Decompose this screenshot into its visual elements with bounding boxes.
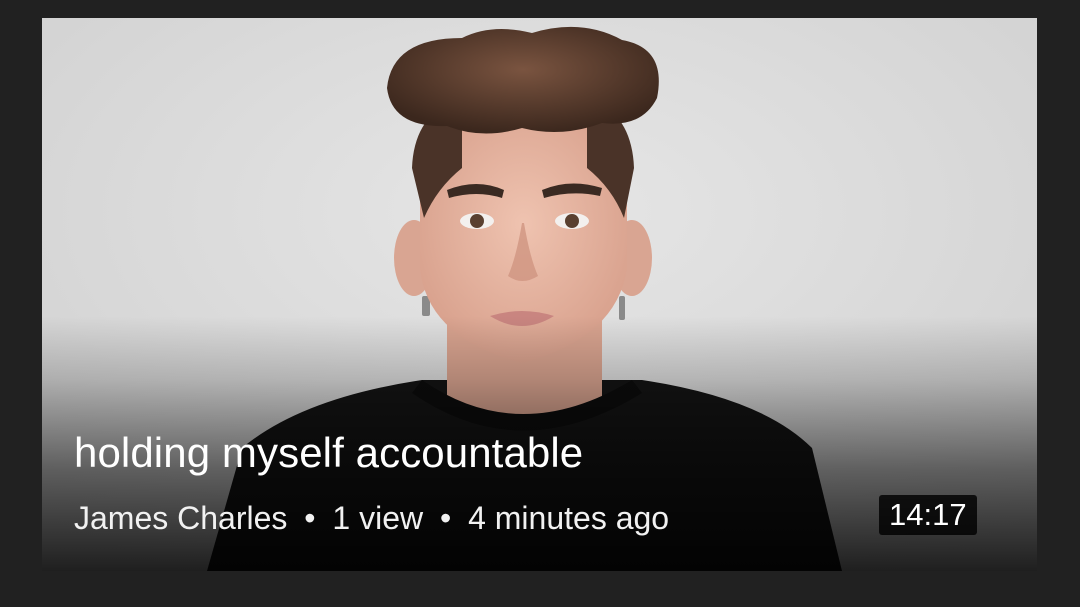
video-metadata-line: James Charles • 1 view • 4 minutes ago bbox=[74, 498, 669, 538]
view-count: 1 view bbox=[332, 500, 424, 536]
video-title[interactable]: holding myself accountable bbox=[74, 428, 583, 478]
video-thumbnail[interactable]: holding myself accountable James Charles… bbox=[42, 18, 1037, 571]
metadata-separator: • bbox=[439, 500, 452, 536]
metadata-separator: • bbox=[304, 500, 316, 536]
thumbnail-portrait-image bbox=[42, 18, 1037, 571]
upload-time: 4 minutes ago bbox=[468, 500, 670, 536]
video-card-frame: holding myself accountable James Charles… bbox=[0, 0, 1080, 607]
channel-name[interactable]: James Charles bbox=[74, 500, 287, 536]
duration-badge: 14:17 bbox=[879, 495, 977, 535]
